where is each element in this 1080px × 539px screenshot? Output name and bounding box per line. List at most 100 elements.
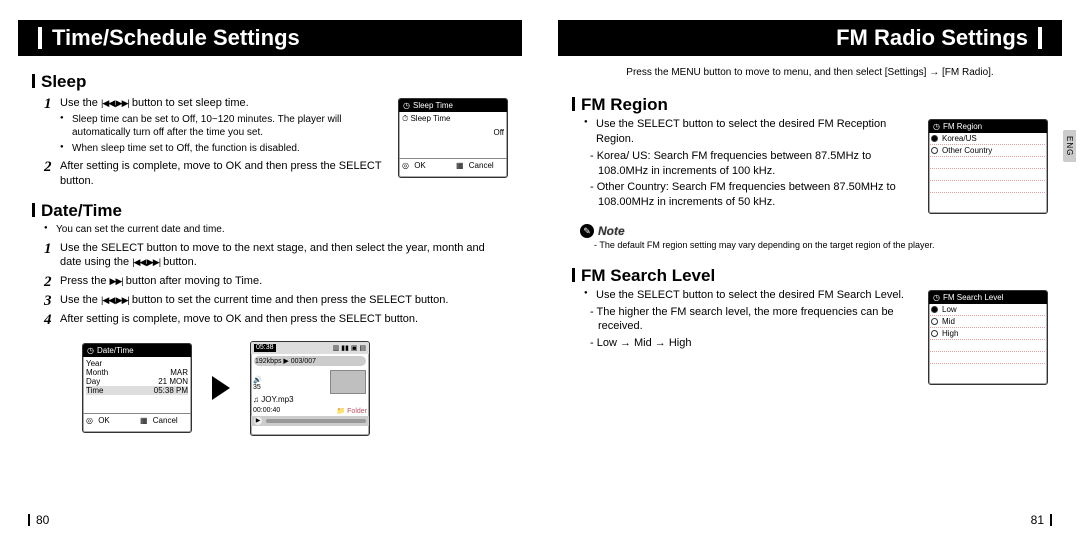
datetime-title-text: Date/Time <box>41 201 122 220</box>
play-folder: Folder <box>347 408 367 415</box>
note-label: ✎ Note <box>580 224 1048 238</box>
left-footer: 80 <box>28 513 49 527</box>
note-text: Note <box>598 224 625 238</box>
dt-step-3: 3 Use the |◀◀,▶▶| button to set the curr… <box>44 293 508 308</box>
radio-dot-icon <box>931 330 938 337</box>
mini-body: Low Mid High <box>929 304 1047 376</box>
dt-screen-cancel: Cancel <box>150 414 181 427</box>
right-footer: 81 <box>1031 513 1052 527</box>
region-opt1-label: Korea/US <box>942 134 977 143</box>
dt-time-val: 05:38 PM <box>154 386 188 395</box>
step-number: 2 <box>44 272 52 292</box>
empty-row <box>929 181 1047 193</box>
dt-step3-b: button to set the current time and then … <box>132 294 449 306</box>
empty-row <box>929 352 1047 364</box>
step-number: 1 <box>44 94 52 114</box>
language-tab: ENG <box>1063 130 1076 162</box>
right-page: FM Radio Settings ENG Press the MENU but… <box>540 0 1080 539</box>
fmsearch-bullet: Use the SELECT button to select the desi… <box>584 288 922 303</box>
mini-header: FM Region <box>929 120 1047 133</box>
region-opt-other: Other Country <box>929 145 1047 157</box>
empty-row <box>929 340 1047 352</box>
pipe-icon <box>572 97 575 111</box>
bar-pip-icon <box>1038 27 1042 49</box>
step-number: 3 <box>44 291 52 311</box>
mini-body: Korea/US Other Country <box>929 133 1047 205</box>
skip-prev-next-icon: |◀◀,▶▶| <box>101 294 129 306</box>
right-page-number: 81 <box>1031 513 1044 527</box>
search-opt-mid: Mid <box>929 316 1047 328</box>
footer-pip-icon <box>28 514 30 526</box>
region-opt2-label: Other Country <box>942 146 992 155</box>
dt-screen-ok: OK <box>95 414 113 427</box>
albumart-placeholder-icon <box>330 370 366 394</box>
fmregion-bullet: Use the SELECT button to select the desi… <box>584 117 922 147</box>
dt-step-1: 1 Use the SELECT button to move to the n… <box>44 241 508 271</box>
skip-prev-next-icon: |◀◀,▶▶| <box>101 97 129 109</box>
right-intro: Press the MENU button to move to menu, a… <box>580 66 1040 79</box>
step-number: 2 <box>44 157 52 177</box>
dt-step-4: 4 After setting is complete, move to OK … <box>44 312 508 327</box>
search-opt-low: Low <box>929 304 1047 316</box>
dt-screen-title: Date/Time <box>97 346 134 355</box>
pipe-icon <box>32 203 35 217</box>
sleep-step2-text: After setting is complete, move to OK an… <box>60 160 381 187</box>
empty-row <box>929 169 1047 181</box>
sleep-screen-value: Off <box>493 128 504 137</box>
search-opt-high: High <box>929 328 1047 340</box>
dt-day-val: 21 MON <box>158 377 188 386</box>
step-number: 1 <box>44 239 52 259</box>
sleep-step-1: 1 Use the |◀◀,▶▶| button to set sleep ti… <box>44 96 390 111</box>
right-header-bar: FM Radio Settings <box>558 20 1062 56</box>
sleep-time-screen: Sleep Time ⏱ Sleep Time Off ◎ OK ▦ Cance… <box>398 98 508 178</box>
fmsearch-heading: FM Search Level <box>572 266 1048 286</box>
left-page: Time/Schedule Settings Sleep 1 Use the |… <box>0 0 540 539</box>
play-body: 192kbps ▶ 003/007 🔊35 ♫ JOY.mp3 00:00:40… <box>251 354 369 416</box>
radio-dot-icon <box>931 147 938 154</box>
datetime-screens-row: Date/Time Year MonthMAR Day21 MON Time05… <box>82 341 508 436</box>
radio-dot-icon <box>931 306 938 313</box>
sleep-bullet-1: Sleep time can be set to Off, 10~120 min… <box>60 113 390 140</box>
dt-step2-b: button after moving to Time. <box>126 275 262 287</box>
skip-next-icon: ▶▶| <box>110 275 123 287</box>
footer-pip-icon <box>1050 514 1052 526</box>
mini-footer: ◎ OK ▦ Cancel <box>399 158 507 172</box>
sleep-step1-a: Use the <box>60 97 98 109</box>
play-footer: ▶ <box>251 416 369 426</box>
dt-step4-text: After setting is complete, move to OK an… <box>60 313 418 325</box>
dt-step3-a: Use the <box>60 294 98 306</box>
arrow-right-icon <box>212 376 230 400</box>
dt-day-label: Day <box>86 377 100 386</box>
dt-month-val: MAR <box>170 368 188 377</box>
skip-prev-next-icon: |◀◀,▶▶| <box>132 256 160 268</box>
progress-bar-icon <box>266 419 366 423</box>
play-screen-topbar: 05:38 ▥ ▮▮ ▣ ▤ <box>251 342 369 354</box>
left-header-bar: Time/Schedule Settings <box>18 20 522 56</box>
play-toggle-icon: ▶ <box>254 417 262 425</box>
dt-step1-a: Use the SELECT button to move to the nex… <box>60 242 485 269</box>
play-clock: 05:38 <box>254 344 276 352</box>
region-screen-title: FM Region <box>943 122 982 131</box>
fmsearch-title-text: FM Search Level <box>581 266 715 285</box>
sleep-screen-cancel: Cancel <box>466 159 497 172</box>
play-time: 00:00:40 <box>253 407 280 415</box>
right-content: Press the MENU button to move to menu, a… <box>558 66 1062 385</box>
mini-header: Date/Time <box>83 344 191 357</box>
datetime-heading: Date/Time <box>32 201 508 221</box>
fmregion-heading: FM Region <box>572 95 1048 115</box>
fmsearch-screen: FM Search Level Low Mid High <box>928 290 1048 385</box>
left-page-title: Time/Schedule Settings <box>52 25 300 51</box>
step-number: 4 <box>44 310 52 330</box>
left-content: Sleep 1 Use the |◀◀,▶▶| button to set sl… <box>18 72 522 436</box>
dt-step1-b: button. <box>163 256 197 268</box>
right-page-title: FM Radio Settings <box>836 25 1028 51</box>
dt-step-2: 2 Press the ▶▶| button after moving to T… <box>44 274 508 289</box>
play-track: 003/007 <box>291 358 316 365</box>
datetime-screen: Date/Time Year MonthMAR Day21 MON Time05… <box>82 343 192 433</box>
dt-step2-a: Press the <box>60 275 106 287</box>
playback-screen: 05:38 ▥ ▮▮ ▣ ▤ 192kbps ▶ 003/007 🔊35 ♫ J… <box>250 341 370 436</box>
empty-row <box>929 157 1047 169</box>
dt-time-label: Time <box>86 386 103 395</box>
radio-dot-icon <box>931 318 938 325</box>
note-body: - The default FM region setting may vary… <box>594 240 1048 252</box>
